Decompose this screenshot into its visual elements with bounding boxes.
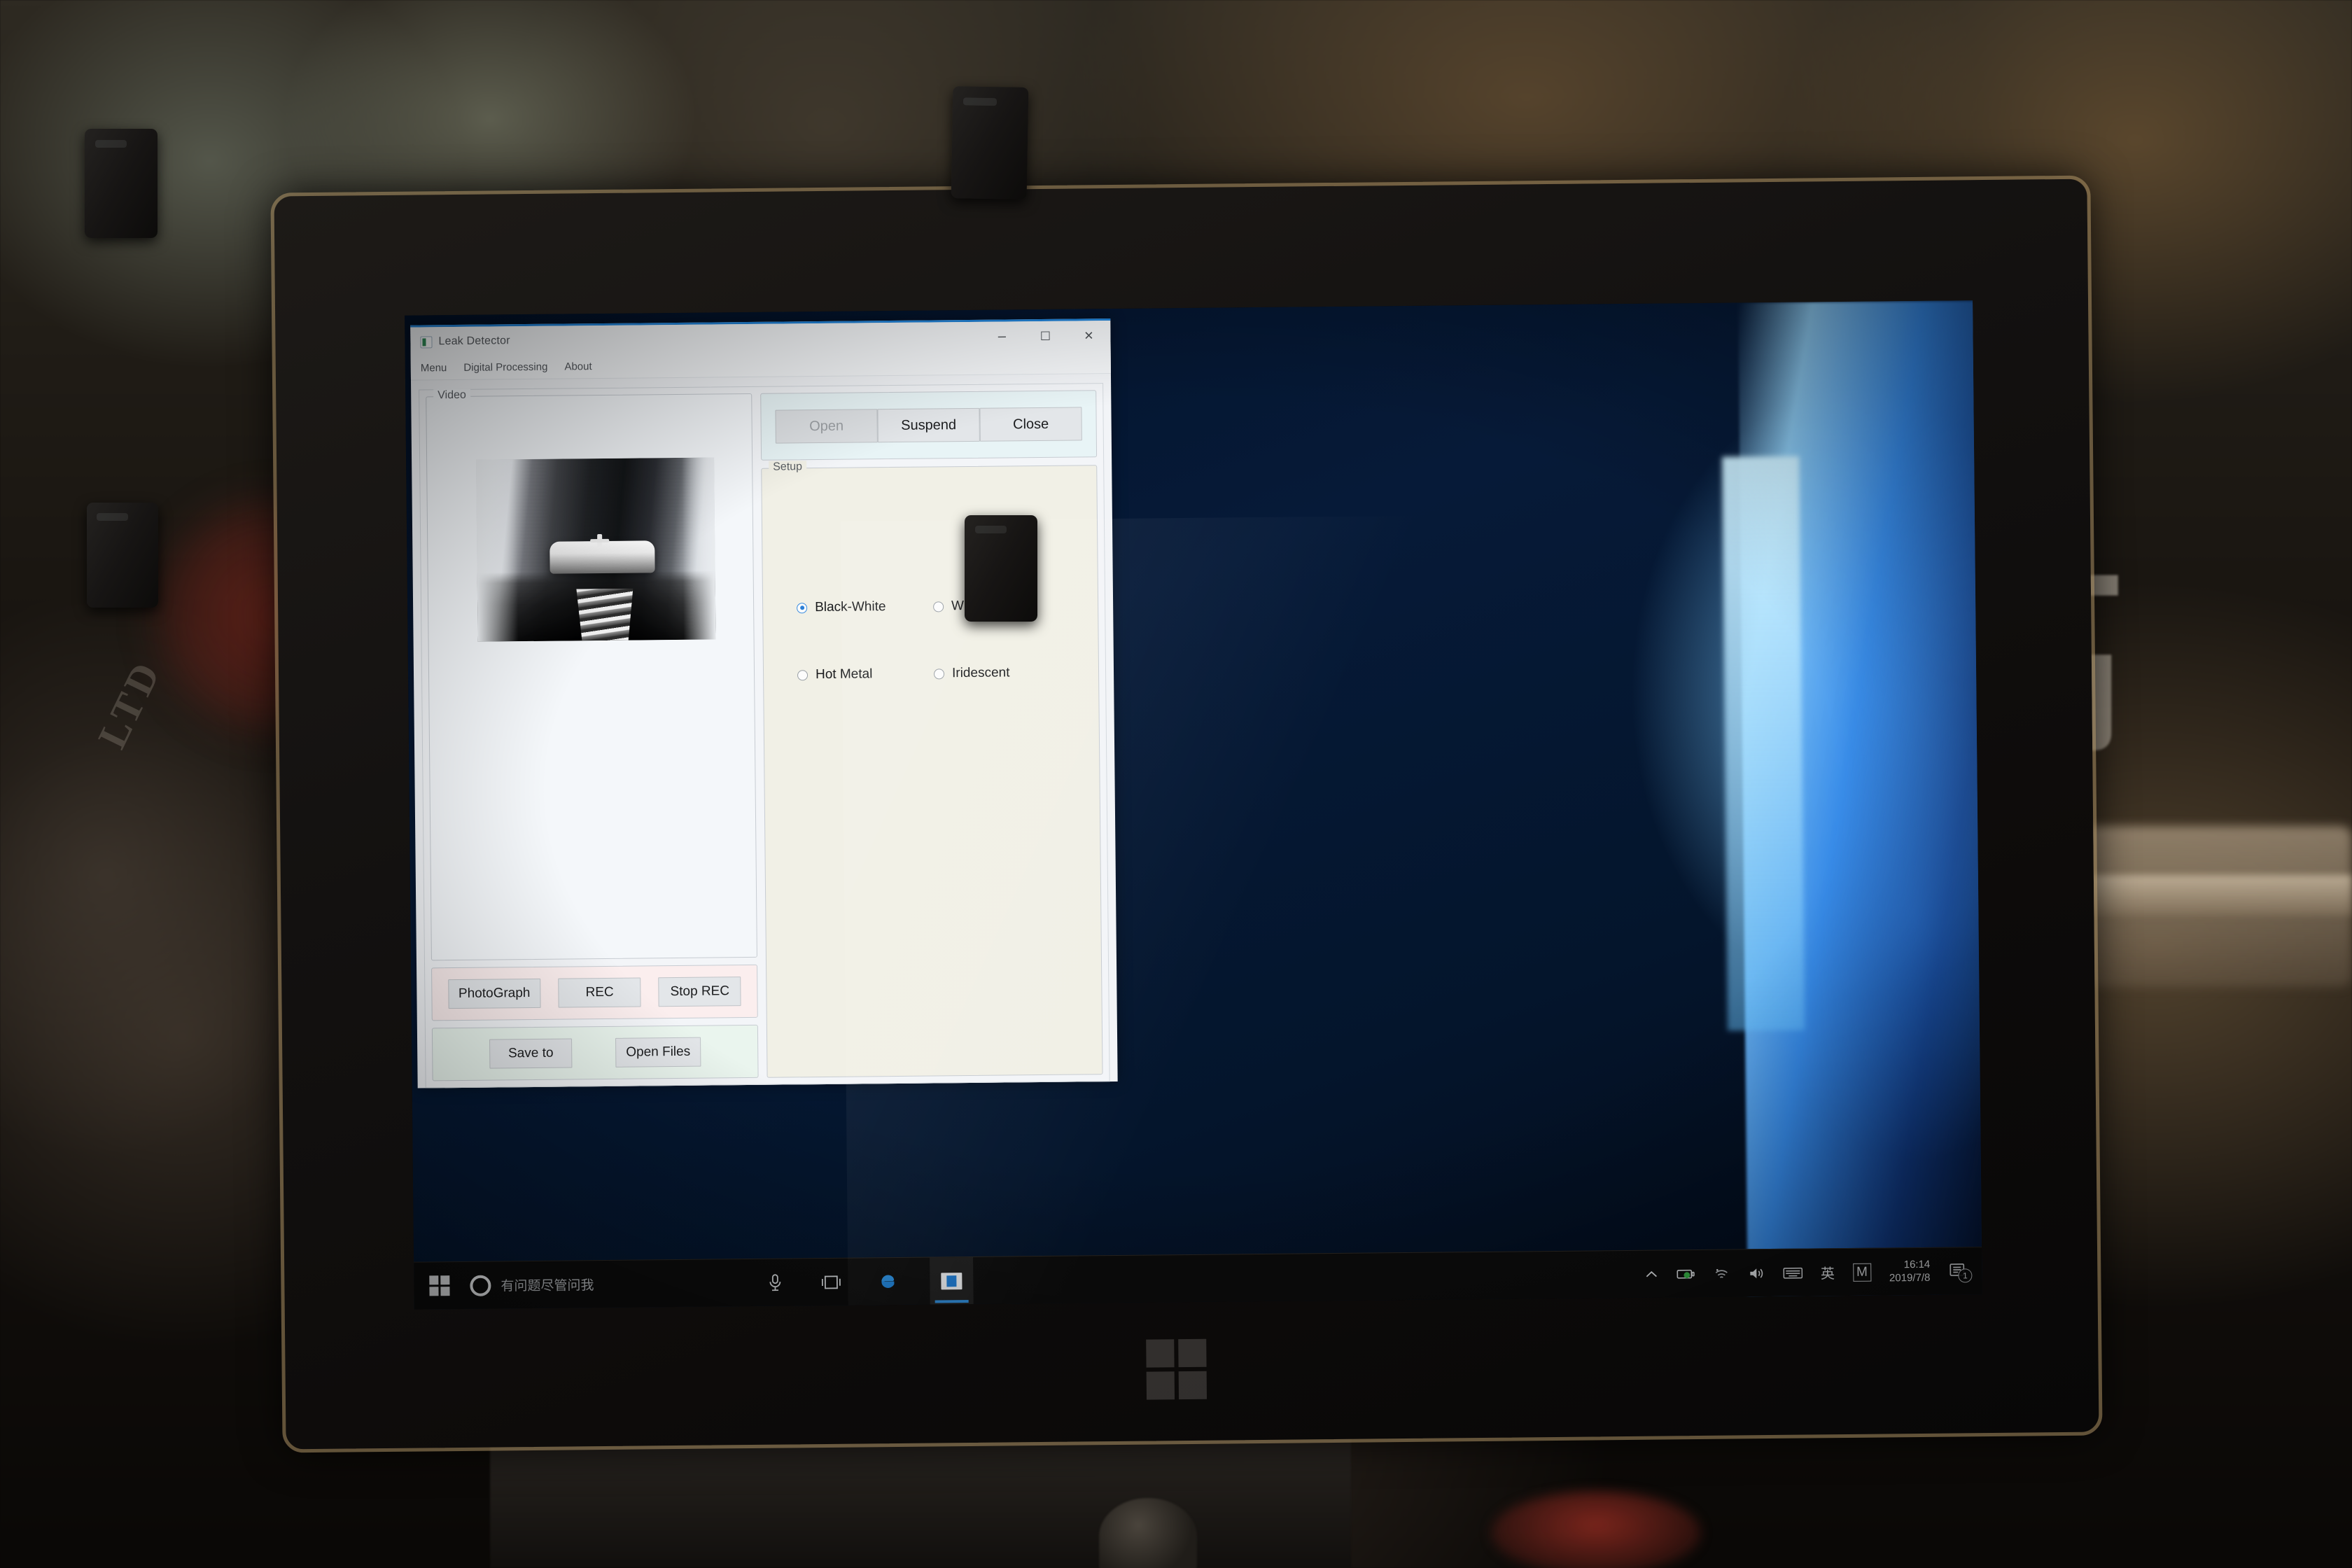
notification-count-badge: 1 <box>1958 1268 1973 1282</box>
close-camera-button[interactable]: Close <box>979 407 1082 442</box>
capture-groupbox: PhotoGraph REC Stop REC <box>431 964 758 1021</box>
task-view-icon[interactable] <box>818 1268 844 1296</box>
system-tray: 英 M 16:14 2019/7/8 1 <box>1644 1258 1982 1287</box>
tablet-screen: Leak Detector – ☐ ✕ Menu Digital Process… <box>405 300 1982 1310</box>
file-groupbox: Save to Open Files <box>431 1024 759 1082</box>
windows-start-icon <box>429 1275 450 1296</box>
notification-center-button[interactable]: 1 <box>1948 1262 1973 1282</box>
photograph-button[interactable]: PhotoGraph <box>447 978 541 1009</box>
show-hidden-icons-chevron[interactable] <box>1644 1269 1658 1279</box>
save-to-button[interactable]: Save to <box>489 1038 573 1069</box>
camera-control-groupbox: Open Suspend Close <box>760 390 1098 461</box>
taskbar-pinned-items <box>762 1256 974 1306</box>
ime-mode-icon[interactable]: M <box>1852 1263 1872 1282</box>
volume-icon[interactable] <box>1748 1266 1765 1280</box>
open-camera-button[interactable]: Open <box>775 409 878 444</box>
menu-item-digital-processing[interactable]: Digital Processing <box>463 361 547 374</box>
menu-item-menu[interactable]: Menu <box>421 362 447 374</box>
cortana-placeholder-text: 有问题尽管问我 <box>500 1278 594 1294</box>
window-controls: – ☐ ✕ <box>980 321 1110 351</box>
microphone-icon[interactable] <box>762 1268 788 1296</box>
leak-detector-taskbar-button[interactable] <box>930 1256 974 1306</box>
ime-language-icon[interactable]: 英 <box>1821 1262 1835 1282</box>
video-frame-noise <box>476 457 716 642</box>
clock-time: 16:14 <box>1903 1258 1931 1270</box>
window-title: Leak Detector <box>438 335 510 348</box>
radio-option-black-white[interactable]: Black-White <box>797 598 933 615</box>
cortana-search-box[interactable]: 有问题尽管问我 <box>465 1274 594 1296</box>
radio-iridescent-label: Iridescent <box>951 665 1010 681</box>
mount-bracket-top-left <box>85 129 158 238</box>
wallpaper-light-beam-highlight <box>1722 456 1805 1031</box>
left-column: Video PhotoGraph REC Stop REC Save to Op… <box>426 388 759 1082</box>
mount-bracket-bottom-left <box>87 503 158 608</box>
setup-groupbox-label: Setup <box>769 461 807 474</box>
radio-black-white-icon[interactable] <box>797 602 808 613</box>
rec-button[interactable]: REC <box>558 977 641 1008</box>
setup-groupbox: Setup Black-White White-Black <box>761 461 1103 1078</box>
open-files-button[interactable]: Open Files <box>615 1037 701 1068</box>
leak-detector-app-icon <box>941 1272 962 1289</box>
keyboard-icon[interactable] <box>1783 1266 1802 1280</box>
close-button[interactable]: ✕ <box>1067 321 1110 351</box>
maximize-button[interactable]: ☐ <box>1023 321 1067 351</box>
menu-item-about[interactable]: About <box>564 360 592 372</box>
radio-hot-metal-icon[interactable] <box>797 669 808 680</box>
app-icon <box>420 335 433 348</box>
radio-hot-metal-label: Hot Metal <box>815 666 873 682</box>
mount-bracket-bottom-right <box>965 515 1037 622</box>
main-panel: Video PhotoGraph REC Stop REC Save to Op… <box>419 383 1110 1088</box>
leak-detector-window: Leak Detector – ☐ ✕ Menu Digital Process… <box>410 318 1118 1088</box>
battery-icon[interactable] <box>1676 1268 1695 1280</box>
suspend-camera-button[interactable]: Suspend <box>877 407 980 443</box>
taskbar-clock[interactable]: 16:14 2019/7/8 <box>1889 1259 1931 1285</box>
cortana-circle-icon <box>470 1275 491 1296</box>
radio-iridescent-icon[interactable] <box>933 668 945 679</box>
start-button[interactable] <box>414 1261 466 1309</box>
video-groupbox: Video <box>426 388 757 961</box>
clock-date: 2019/7/8 <box>1889 1271 1931 1284</box>
radio-black-white-label: Black-White <box>815 599 886 615</box>
background-red-object <box>1491 1491 1701 1568</box>
video-groupbox-label: Video <box>433 388 470 402</box>
tablet-windows-home-button[interactable] <box>1146 1338 1211 1404</box>
minimize-button[interactable]: – <box>980 321 1023 351</box>
wifi-icon[interactable] <box>1713 1267 1730 1280</box>
window-client-area: Video PhotoGraph REC Stop REC Save to Op… <box>411 376 1118 1088</box>
edge-browser-icon[interactable] <box>874 1267 900 1295</box>
tripod-adjust-knob[interactable] <box>1099 1498 1197 1568</box>
mount-bracket-top-right <box>951 86 1029 200</box>
radio-option-iridescent[interactable]: Iridescent <box>933 665 1070 682</box>
rugged-tablet-device: Leak Detector – ☐ ✕ Menu Digital Process… <box>270 175 2103 1453</box>
radio-white-black-icon[interactable] <box>933 601 944 612</box>
video-preview[interactable] <box>476 457 716 642</box>
stop-rec-button[interactable]: Stop REC <box>658 976 741 1007</box>
radio-option-hot-metal[interactable]: Hot Metal <box>797 666 934 682</box>
right-column: Open Suspend Close Setup Black-White Hot… <box>760 390 1103 1078</box>
